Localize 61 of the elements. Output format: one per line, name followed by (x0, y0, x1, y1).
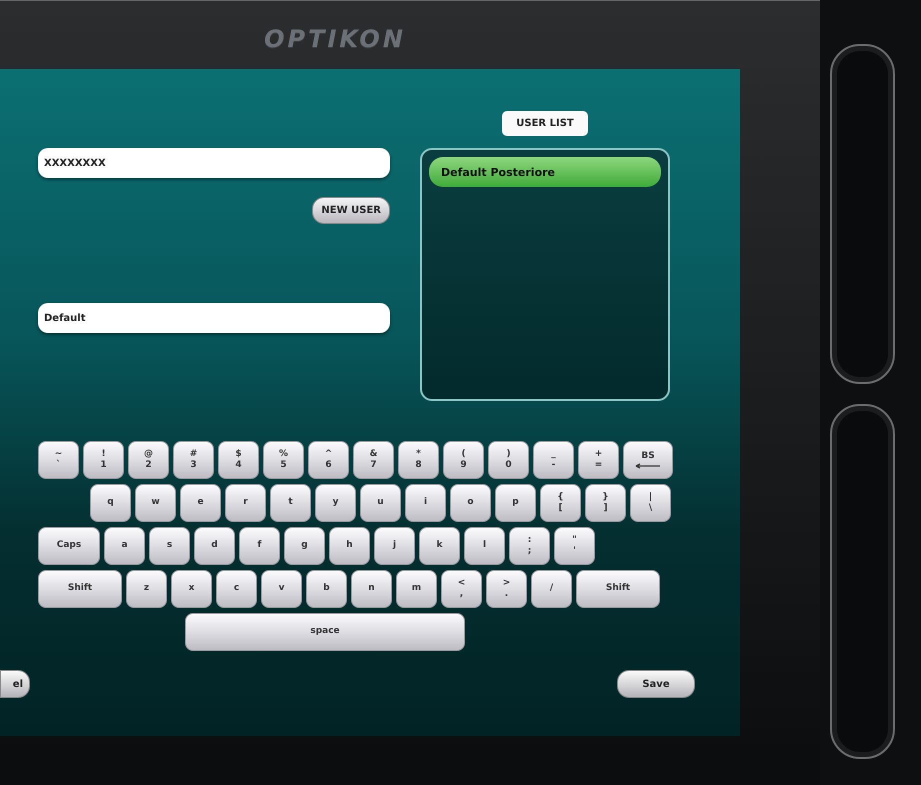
arrow-icon (635, 462, 661, 469)
keyboard-key[interactable]: ) 0 (488, 441, 529, 479)
keyboard-key[interactable]: t (270, 484, 311, 522)
keyboard-key[interactable]: @ 2 (128, 441, 169, 479)
keyboard-key[interactable]: z (126, 570, 167, 608)
keyboard-key[interactable]: } ] (585, 484, 626, 522)
keyboard-key[interactable]: # 3 (173, 441, 214, 479)
keyboard-key[interactable]: w (135, 484, 176, 522)
keyboard-key[interactable]: s (149, 527, 190, 565)
user-list-button[interactable]: USER LIST (502, 111, 588, 136)
keyboard-key[interactable]: h (329, 527, 370, 565)
cancel-button[interactable]: el (0, 670, 30, 698)
keyboard-key[interactable]: > . (486, 570, 527, 608)
keyboard-key[interactable]: p (495, 484, 536, 522)
keyboard-key[interactable]: d (194, 527, 235, 565)
keyboard-key[interactable]: j (374, 527, 415, 565)
keyboard-key[interactable]: ^ 6 (308, 441, 349, 479)
brand-logo: OPTIKON (264, 25, 406, 53)
keyboard-key[interactable]: r (225, 484, 266, 522)
keyboard-key[interactable]: i (405, 484, 446, 522)
keyboard-key[interactable]: + = (578, 441, 619, 479)
keyboard-key[interactable]: _ - (533, 441, 574, 479)
keyboard-key[interactable]: n (351, 570, 392, 608)
keyboard-key[interactable]: a (104, 527, 145, 565)
keyboard-key[interactable]: y (315, 484, 356, 522)
keyboard-key[interactable]: m (396, 570, 437, 608)
keyboard-key[interactable]: : ; (509, 527, 550, 565)
keyboard-key[interactable]: l (464, 527, 505, 565)
keyboard-key[interactable]: Shift (576, 570, 660, 608)
keyboard-key[interactable]: " ' (554, 527, 595, 565)
backspace-key[interactable]: BS (623, 441, 673, 479)
keyboard-key[interactable]: Caps (38, 527, 100, 565)
keyboard-key[interactable]: { [ (540, 484, 581, 522)
space-key[interactable]: space (185, 613, 465, 651)
keyboard-key[interactable]: * 8 (398, 441, 439, 479)
user-name-field[interactable]: XXXXXXXX (38, 148, 390, 178)
keyboard-key[interactable]: v (261, 570, 302, 608)
keyboard-key[interactable]: < , (441, 570, 482, 608)
keyboard-key[interactable]: / (531, 570, 572, 608)
keyboard-key[interactable]: f (239, 527, 280, 565)
keyboard-key[interactable]: b (306, 570, 347, 608)
keyboard-key[interactable]: k (419, 527, 460, 565)
keyboard-key[interactable]: g (284, 527, 325, 565)
keyboard-key[interactable]: & 7 (353, 441, 394, 479)
keyboard-key[interactable]: ~ ` (38, 441, 79, 479)
keyboard-key[interactable]: o (450, 484, 491, 522)
user-list-item[interactable]: Default Posteriore (429, 157, 661, 187)
keyboard-key[interactable]: x (171, 570, 212, 608)
new-user-button[interactable]: NEW USER (312, 197, 390, 224)
keyboard-key[interactable]: u (360, 484, 401, 522)
keyboard-key[interactable]: Shift (38, 570, 122, 608)
keyboard-key[interactable]: | \ (630, 484, 671, 522)
save-button[interactable]: Save (617, 670, 695, 698)
keyboard-key[interactable]: q (90, 484, 131, 522)
profile-field[interactable]: Default (38, 303, 390, 333)
keyboard-key[interactable]: ! 1 (83, 441, 124, 479)
keyboard-key[interactable]: ( 9 (443, 441, 484, 479)
keyboard-key[interactable]: $ 4 (218, 441, 259, 479)
keyboard-key[interactable]: c (216, 570, 257, 608)
keyboard-key[interactable]: % 5 (263, 441, 304, 479)
keyboard-key[interactable]: e (180, 484, 221, 522)
